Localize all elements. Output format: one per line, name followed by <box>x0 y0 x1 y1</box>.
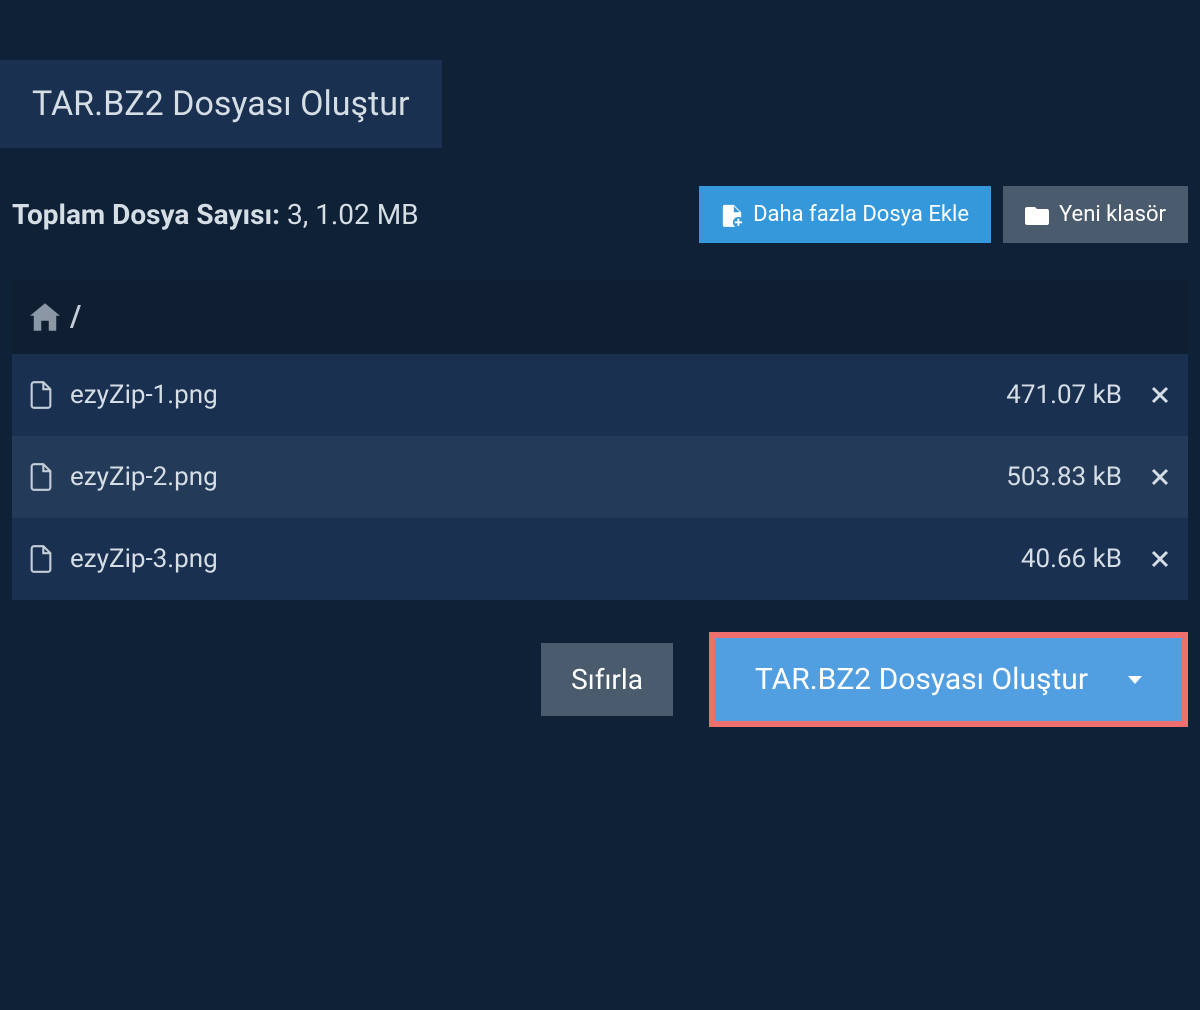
file-name: ezyZip-1.png <box>70 380 988 410</box>
reset-button[interactable]: Sıfırla <box>541 643 673 716</box>
breadcrumb[interactable]: / <box>12 279 1188 354</box>
new-folder-label: Yeni klasör <box>1059 202 1166 227</box>
file-list: ezyZip-1.png 471.07 kB <box>12 354 1188 600</box>
summary-row: Toplam Dosya Sayısı: 3, 1.02 MB Daha faz… <box>0 148 1200 267</box>
remove-file-button[interactable] <box>1150 549 1170 569</box>
file-count-summary: Toplam Dosya Sayısı: 3, 1.02 MB <box>12 198 419 231</box>
file-icon <box>30 381 52 409</box>
file-name: ezyZip-3.png <box>70 544 1003 574</box>
remove-file-button[interactable] <box>1150 385 1170 405</box>
add-files-label: Daha fazla Dosya Ekle <box>753 202 969 227</box>
close-icon <box>1150 467 1170 487</box>
file-icon <box>30 463 52 491</box>
folder-icon <box>1025 205 1049 225</box>
create-label: TAR.BZ2 Dosyası Oluştur <box>755 662 1088 697</box>
file-row: ezyZip-2.png 503.83 kB <box>12 436 1188 518</box>
close-icon <box>1150 385 1170 405</box>
chevron-down-icon <box>1128 676 1142 684</box>
tab-label: TAR.BZ2 Dosyası Oluştur <box>32 84 410 124</box>
tab-bar: TAR.BZ2 Dosyası Oluştur <box>0 60 1200 148</box>
add-files-button[interactable]: Daha fazla Dosya Ekle <box>699 186 991 243</box>
file-row: ezyZip-1.png 471.07 kB <box>12 354 1188 436</box>
breadcrumb-path: / <box>70 299 81 334</box>
action-row: Sıfırla TAR.BZ2 Dosyası Oluştur <box>0 600 1200 745</box>
new-folder-button[interactable]: Yeni klasör <box>1003 186 1188 243</box>
file-add-icon <box>721 203 743 227</box>
create-archive-button[interactable]: TAR.BZ2 Dosyası Oluştur <box>715 638 1182 721</box>
create-button-highlight: TAR.BZ2 Dosyası Oluştur <box>709 632 1188 727</box>
tab-create-tarbz2[interactable]: TAR.BZ2 Dosyası Oluştur <box>0 60 442 148</box>
file-size: 503.83 kB <box>1006 462 1122 492</box>
toolbar-buttons: Daha fazla Dosya Ekle Yeni klasör <box>699 186 1188 243</box>
app-container: TAR.BZ2 Dosyası Oluştur Toplam Dosya Say… <box>0 60 1200 745</box>
file-size: 40.66 kB <box>1021 544 1122 574</box>
home-icon <box>30 303 60 331</box>
remove-file-button[interactable] <box>1150 467 1170 487</box>
file-row: ezyZip-3.png 40.66 kB <box>12 518 1188 600</box>
file-icon <box>30 545 52 573</box>
file-panel: / ezyZip-1.png 471.07 kB <box>12 279 1188 600</box>
reset-label: Sıfırla <box>571 663 643 696</box>
summary-value: 3, 1.02 MB <box>287 198 419 231</box>
file-size: 471.07 kB <box>1006 380 1122 410</box>
close-icon <box>1150 549 1170 569</box>
file-name: ezyZip-2.png <box>70 462 988 492</box>
summary-label: Toplam Dosya Sayısı: <box>12 198 280 231</box>
